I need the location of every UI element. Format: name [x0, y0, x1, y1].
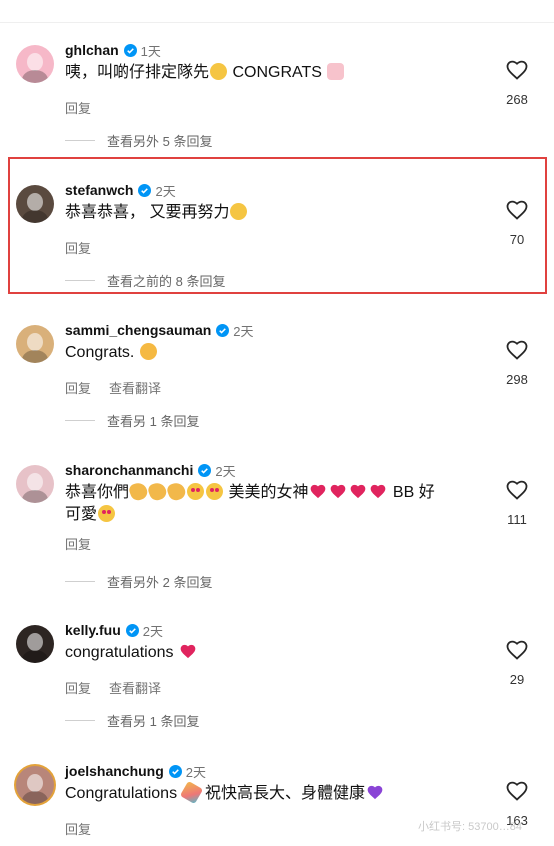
- view-replies-link[interactable]: 查看另外 5 条回复: [65, 131, 212, 150]
- view-replies-label: 查看另 1 条回复: [107, 414, 200, 429]
- comment-header: joelshanchung 2天: [65, 761, 206, 781]
- comment-header: kelly.fuu 2天: [65, 620, 163, 640]
- view-replies-label: 查看另 1 条回复: [107, 714, 200, 729]
- username[interactable]: kelly.fuu: [65, 622, 121, 638]
- replies-divider: [65, 140, 95, 141]
- heart-outline-icon[interactable]: [505, 338, 529, 362]
- heart-eyes-emoji-icon: [187, 483, 205, 500]
- verified-badge-icon: [168, 764, 182, 778]
- red-heart-icon: [351, 484, 366, 499]
- comment-text: Congratulations 祝快高長大、身體健康: [65, 780, 485, 805]
- comment-header: stefanwch 2天: [65, 180, 176, 200]
- red-heart-icon: [311, 484, 326, 499]
- heart-eyes-emoji-icon: [206, 483, 224, 500]
- like-count: 111: [507, 512, 527, 527]
- comment-item: stefanwch 2天 恭喜恭喜， 又要再努力 回复 70 查看之前的 8 条…: [0, 162, 554, 302]
- reply-button[interactable]: 回复: [65, 537, 91, 552]
- comment-text: 恭喜你們 美美的女神 BB 好可愛: [65, 480, 485, 526]
- comment-actions: 回复: [65, 534, 109, 553]
- reply-button[interactable]: 回复: [65, 241, 91, 256]
- ribbon-emoji-icon: [327, 63, 345, 80]
- verified-badge-icon: [125, 623, 139, 637]
- red-heart-icon: [331, 484, 346, 499]
- heart-outline-icon[interactable]: [505, 638, 529, 662]
- view-replies-link[interactable]: 查看另 1 条回复: [65, 711, 199, 730]
- view-replies-label: 查看之前的 8 条回复: [107, 274, 226, 289]
- comment-header: ghlchan 1天: [65, 40, 161, 60]
- purple-heart-icon: [367, 785, 383, 800]
- view-replies-link[interactable]: 查看之前的 8 条回复: [65, 271, 225, 290]
- heart-outline-icon[interactable]: [505, 779, 529, 803]
- comment-text: 咦，叫啲仔排定隊先 CONGRATS: [65, 62, 485, 84]
- view-replies-link[interactable]: 查看另 1 条回复: [65, 411, 199, 430]
- username[interactable]: joelshanchung: [65, 763, 164, 779]
- red-heart-icon: [180, 644, 196, 659]
- smiling-emoji-icon: [230, 203, 248, 220]
- comment-text: Congrats.: [65, 342, 485, 364]
- comment-actions: 回复: [65, 238, 109, 257]
- like-count: 268: [506, 92, 528, 107]
- watermark: 小红书号: 53700…84: [418, 821, 522, 833]
- heart-outline-icon[interactable]: [505, 58, 529, 82]
- comment-actions: 回复: [65, 819, 109, 838]
- translate-button[interactable]: 查看翻译: [109, 681, 161, 696]
- hugging-emoji-icon: [139, 343, 157, 360]
- replies-divider: [65, 280, 95, 281]
- verified-badge-icon: [138, 183, 152, 197]
- comment-actions: 回复: [65, 98, 109, 117]
- verified-badge-icon: [216, 323, 230, 337]
- comment-text: 恭喜恭喜， 又要再努力: [65, 202, 485, 224]
- clapping-emoji-icon: [165, 480, 188, 503]
- comment-time: 1天: [140, 43, 161, 59]
- verified-badge-icon: [123, 43, 137, 57]
- translate-button[interactable]: 查看翻译: [109, 381, 161, 396]
- username[interactable]: ghlchan: [65, 42, 119, 58]
- comment-header: sharonchanmanchi 2天: [65, 460, 236, 480]
- smiling-face-with-hearts-emoji-icon: [98, 505, 116, 522]
- replies-divider: [65, 420, 95, 421]
- comment-item: sharonchanmanchi 2天 恭喜你們 美美的女神 BB 好可愛 回复…: [0, 442, 554, 602]
- username[interactable]: stefanwch: [65, 182, 133, 198]
- heart-outline-icon[interactable]: [505, 198, 529, 222]
- reply-button[interactable]: 回复: [65, 822, 91, 837]
- like-count: 29: [509, 672, 525, 687]
- red-heart-icon: [371, 484, 386, 499]
- replies-divider: [65, 581, 95, 582]
- comment-item: sammi_chengsauman 2天 Congrats. 回复 查看翻译 29…: [0, 302, 554, 442]
- avatar[interactable]: [16, 185, 54, 223]
- reply-button[interactable]: 回复: [65, 381, 91, 396]
- like-count: 70: [509, 232, 525, 247]
- comment-time: 2天: [155, 183, 176, 199]
- view-replies-label: 查看另外 2 条回复: [107, 575, 213, 590]
- comment-actions: 回复 查看翻译: [65, 378, 179, 397]
- smirk-emoji-icon: [210, 63, 228, 80]
- party-popper-emoji-icon: [179, 780, 203, 805]
- username[interactable]: sammi_chengsauman: [65, 322, 211, 338]
- reply-button[interactable]: 回复: [65, 101, 91, 116]
- clapping-emoji-icon: [146, 480, 169, 503]
- avatar[interactable]: [16, 465, 54, 503]
- avatar[interactable]: [16, 766, 54, 804]
- avatar[interactable]: [16, 625, 54, 663]
- clapping-emoji-icon: [127, 480, 150, 503]
- like-count: 298: [506, 372, 528, 387]
- comment-time: 2天: [142, 623, 163, 639]
- verified-badge-icon: [198, 463, 212, 477]
- comment-item: ghlchan 1天 咦，叫啲仔排定隊先 CONGRATS 回复 268 查看另…: [0, 22, 554, 162]
- comment-header: sammi_chengsauman 2天: [65, 320, 254, 340]
- view-replies-link[interactable]: 查看另外 2 条回复: [65, 572, 212, 591]
- reply-button[interactable]: 回复: [65, 681, 91, 696]
- comment-time: 2天: [233, 323, 254, 339]
- comment-text: congratulations: [65, 642, 485, 664]
- comment-item: kelly.fuu 2天 congratulations 回复 查看翻译 29 查…: [0, 602, 554, 742]
- replies-divider: [65, 720, 95, 721]
- avatar[interactable]: [16, 45, 54, 83]
- avatar[interactable]: [16, 325, 54, 363]
- heart-outline-icon[interactable]: [505, 478, 529, 502]
- comment-time: 2天: [215, 463, 236, 479]
- username[interactable]: sharonchanmanchi: [65, 462, 193, 478]
- comment-time: 2天: [185, 764, 207, 780]
- comment-actions: 回复 查看翻译: [65, 678, 179, 697]
- view-replies-label: 查看另外 5 条回复: [107, 134, 213, 149]
